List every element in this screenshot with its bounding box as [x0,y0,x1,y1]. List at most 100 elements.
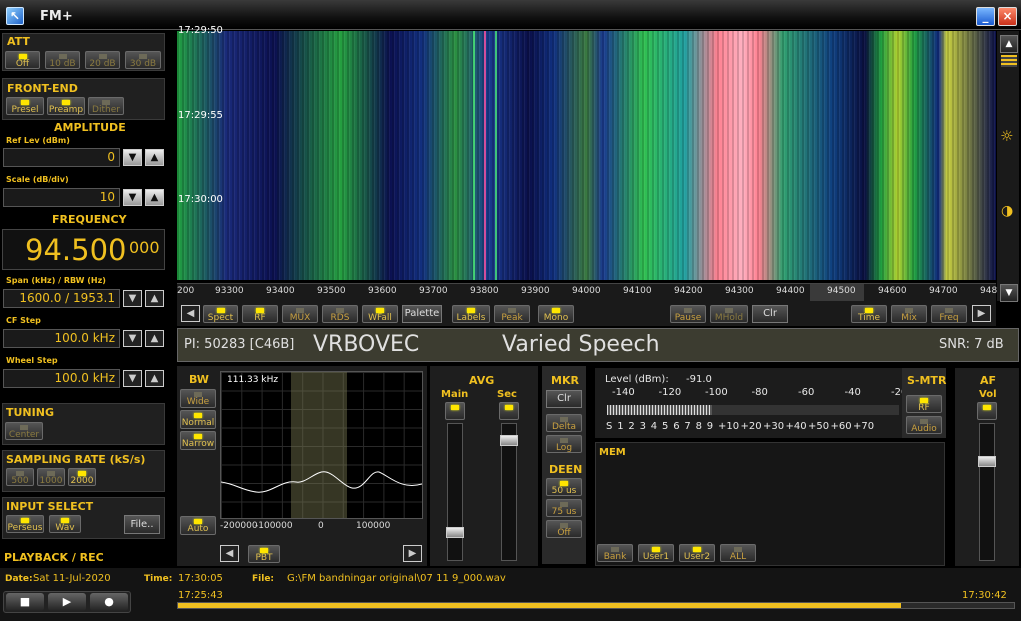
mem-user2-button[interactable]: User2 [679,544,715,562]
avg-main-slider[interactable] [447,423,463,561]
perseus-button[interactable]: Perseus [6,515,44,533]
af-title: AF [980,374,997,387]
s-unit-tick: +50 [808,421,830,432]
brightness-icon[interactable]: ☼ [1000,127,1013,145]
minimize-button[interactable]: _ [976,7,995,26]
ref-level-up-button[interactable]: ▲ [145,149,164,166]
spect-button[interactable]: Spect [203,305,238,323]
sampling-500-button[interactable]: 500 [6,468,34,486]
close-button[interactable]: × [998,7,1017,26]
avg-main-toggle[interactable] [445,402,465,420]
mem-bank-button[interactable]: Bank [597,544,633,562]
span-field[interactable]: 1600.0 / 1953.1 [3,289,120,308]
att-10db-button[interactable]: 10 dB [45,51,80,69]
stop-icon[interactable]: ■ [6,593,44,611]
af-vol-slider[interactable] [979,423,995,561]
att-30db-button[interactable]: 30 dB [125,51,161,69]
cf-step-field[interactable]: 100.0 kHz [3,329,120,348]
smtr-rf-button[interactable]: RF [906,395,942,413]
rds-button[interactable]: RDS [322,305,358,323]
toolbar-left-button[interactable]: ◀ [181,305,200,322]
deen-50us-button[interactable]: 50 us [546,478,582,496]
mono-button[interactable]: Mono [538,305,574,323]
deen-off-button[interactable]: Off [546,520,582,538]
mkr-title: MKR [551,374,579,387]
labels-button[interactable]: Labels [452,305,490,323]
mhold-button[interactable]: MHold [710,305,748,323]
freq-button[interactable]: Freq [931,305,967,323]
s-unit-tick: 5 [662,421,669,432]
mix-button[interactable]: Mix [891,305,927,323]
span-down-button[interactable]: ▼ [123,290,142,307]
record-icon[interactable]: ● [90,593,128,611]
pause-button[interactable]: Pause [670,305,706,323]
cf-step-down-button[interactable]: ▼ [123,330,142,347]
span-label: Span (kHz) / RBW (Hz) [6,276,106,285]
s-unit-tick: 3 [639,421,646,432]
scroll-down-icon[interactable]: ▼ [1000,284,1018,302]
scale-field[interactable]: 10 [3,188,120,207]
pbt-right-button[interactable]: ▶ [403,545,422,562]
af-vol-toggle[interactable] [977,402,997,420]
peak-button[interactable]: Peak [494,305,530,323]
mem-all-button[interactable]: ALL [720,544,756,562]
toolbar-right-button[interactable]: ▶ [972,305,991,322]
mkr-log-button[interactable]: Log [546,435,582,453]
program-type: Varied Speech [502,332,660,357]
mkr-delta-button[interactable]: Delta [546,414,582,432]
time-button[interactable]: Time [851,305,887,323]
frequency-axis[interactable]: 200 93300 93400 93500 93600 93700 93800 … [177,283,998,301]
af-vol-knob[interactable] [978,456,996,467]
pbt-button[interactable]: PBT [248,545,280,563]
bw-auto-button[interactable]: Auto [180,516,216,535]
play-icon[interactable]: ▶ [48,593,86,611]
mux-button[interactable]: MUX [282,305,318,323]
clr-button[interactable]: Clr [752,305,788,323]
contrast-icon[interactable]: ◑ [1001,203,1013,219]
smtr-audio-button[interactable]: Audio [906,416,942,434]
pbt-left-button[interactable]: ◀ [220,545,239,562]
amplitude-title: AMPLITUDE [54,121,126,134]
freq-tick: 948 [980,286,998,296]
att-20db-button[interactable]: 20 dB [85,51,120,69]
dbm-tick: -140 [612,387,635,398]
speed-slider-icon[interactable] [1001,55,1017,67]
att-title: ATT [7,35,30,48]
frequency-display[interactable]: 94.500 000 [2,229,165,270]
ref-level-down-button[interactable]: ▼ [123,149,142,166]
preamp-button[interactable]: Preamp [47,97,85,115]
mkr-clr-button[interactable]: Clr [546,390,582,408]
mem-user1-button[interactable]: User1 [638,544,674,562]
playback-progress[interactable] [177,602,1015,609]
ref-level-field[interactable]: 0 [3,148,120,167]
bw-title: BW [189,373,209,386]
bw-normal-button[interactable]: Normal [180,410,216,429]
scroll-up-icon[interactable]: ▲ [1000,35,1018,53]
sampling-2000-button[interactable]: 2000 [68,468,96,486]
scale-down-button[interactable]: ▼ [123,189,142,206]
avg-main-knob[interactable] [446,527,464,538]
scale-up-button[interactable]: ▲ [145,189,164,206]
start-time: 17:25:43 [178,590,223,601]
avg-sec-toggle[interactable] [499,402,519,420]
att-off-button[interactable]: Off [5,51,40,69]
wheel-step-up-button[interactable]: ▲ [145,370,164,387]
avg-sec-knob[interactable] [500,435,518,446]
wfall-button[interactable]: WFall [362,305,398,323]
span-up-button[interactable]: ▲ [145,290,164,307]
palette-button[interactable]: Palette [402,305,442,323]
wheel-step-field[interactable]: 100.0 kHz [3,369,120,388]
sampling-1000-button[interactable]: 1000 [37,468,65,486]
presel-button[interactable]: Presel [6,97,44,115]
deen-75us-button[interactable]: 75 us [546,499,582,517]
rf-button[interactable]: RF [242,305,278,323]
dither-button[interactable]: Dither [88,97,124,115]
cf-step-up-button[interactable]: ▲ [145,330,164,347]
wav-button[interactable]: Wav [49,515,81,533]
center-button[interactable]: Center [5,422,43,440]
bw-narrow-button[interactable]: Narrow [180,431,216,450]
file-button[interactable]: File.. [124,515,160,534]
bw-wide-button[interactable]: Wide [180,389,216,408]
wheel-step-down-button[interactable]: ▼ [123,370,142,387]
bw-spectrum-graph[interactable]: 111.33 kHz [220,371,423,519]
